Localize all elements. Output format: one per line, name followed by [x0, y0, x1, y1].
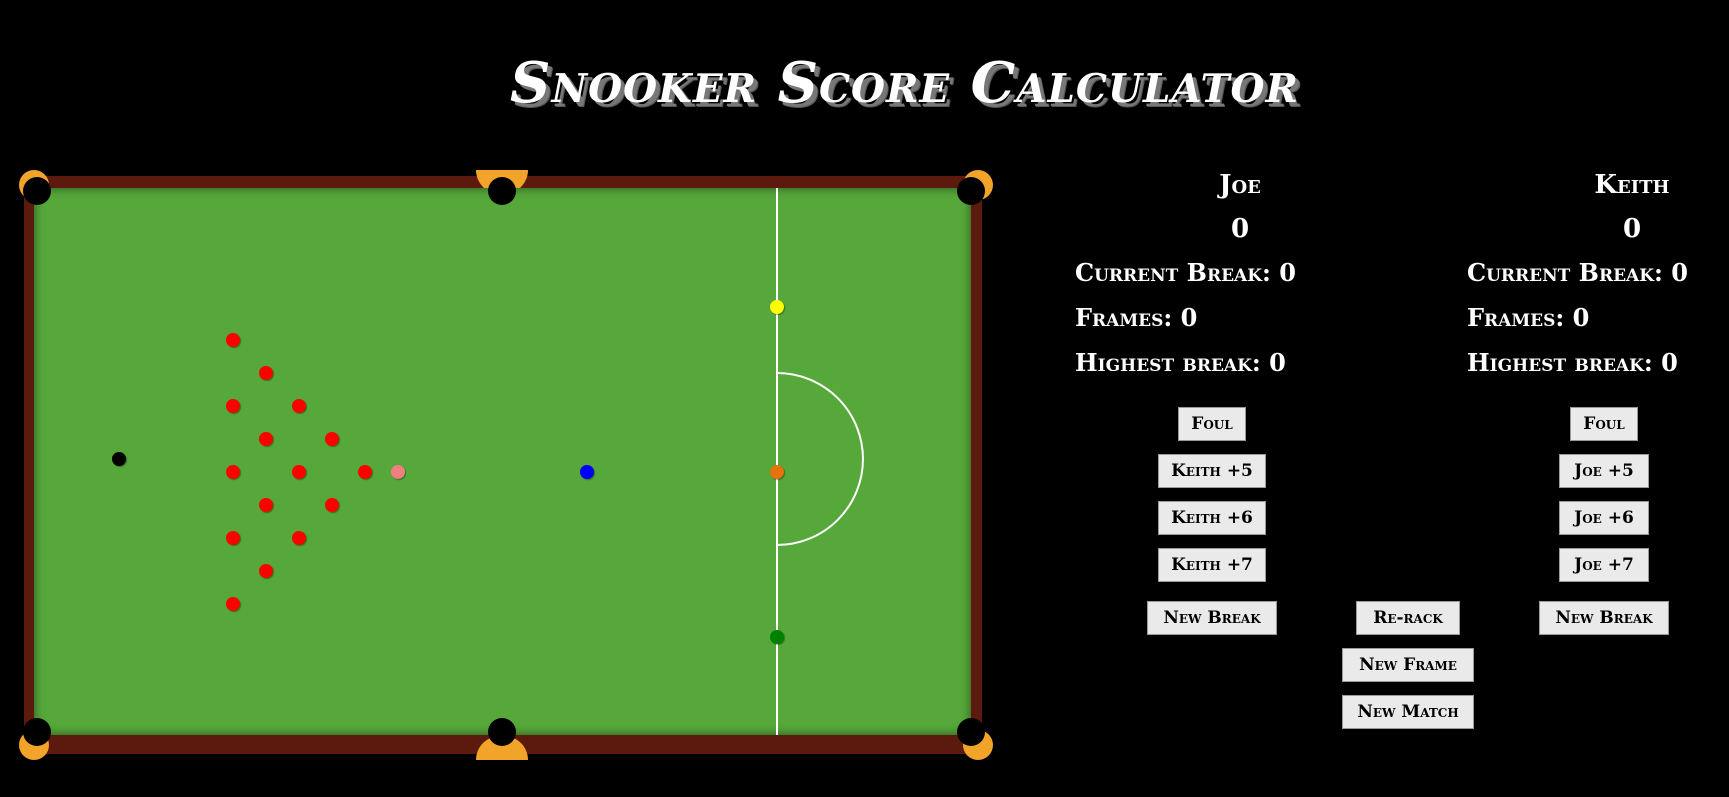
player-1-score: 0 [1230, 214, 1250, 244]
red-ball[interactable] [226, 333, 240, 347]
black-ball[interactable] [112, 452, 126, 466]
green-ball[interactable] [770, 630, 784, 644]
red-ball[interactable] [292, 399, 306, 413]
pocket-top-left [23, 177, 51, 205]
new-frame-button[interactable]: New Frame [1342, 648, 1474, 682]
red-ball[interactable] [325, 498, 339, 512]
player-1-current-break: Current Break: 0 [1075, 258, 1296, 287]
rerack-button[interactable]: Re-rack [1356, 601, 1460, 635]
snooker-table [18, 170, 993, 760]
player-1-foul-button[interactable]: Foul [1178, 407, 1246, 441]
d-arc [776, 372, 864, 546]
pocket-top-right [957, 177, 985, 205]
player-1-name: Joe [1219, 170, 1261, 200]
table-felt [34, 188, 971, 735]
player-1-new-break-button[interactable]: New Break [1147, 601, 1277, 635]
pink-ball[interactable] [391, 465, 405, 479]
player-1-highest-break: Highest break: 0 [1075, 348, 1286, 377]
pocket-bottom-middle [488, 718, 516, 746]
red-ball[interactable] [358, 465, 372, 479]
red-ball[interactable] [325, 432, 339, 446]
yellow-ball[interactable] [770, 300, 784, 314]
player-2-panel: Keith 0 Current Break: 0 Frames: 0 Highe… [1467, 170, 1729, 393]
new-match-button[interactable]: New Match [1342, 695, 1474, 729]
player-2-foul-plus5-button[interactable]: Joe +5 [1559, 454, 1649, 488]
player-2-foul-plus6-button[interactable]: Joe +6 [1559, 501, 1649, 535]
red-ball[interactable] [292, 465, 306, 479]
player-1-frames: Frames: 0 [1075, 303, 1198, 332]
player-2-score: 0 [1622, 214, 1642, 244]
player-2-foul-plus7-button[interactable]: Joe +7 [1559, 548, 1649, 582]
red-ball[interactable] [259, 564, 273, 578]
red-ball[interactable] [292, 531, 306, 545]
red-ball[interactable] [259, 432, 273, 446]
player-2-current-break: Current Break: 0 [1467, 258, 1688, 287]
page-title: Snooker Score Calculator [510, 50, 1299, 116]
red-ball[interactable] [259, 366, 273, 380]
red-ball[interactable] [226, 399, 240, 413]
player-2-highest-break: Highest break: 0 [1467, 348, 1678, 377]
player-2-foul-button[interactable]: Foul [1570, 407, 1638, 441]
pocket-bottom-left [23, 718, 51, 746]
player-1-foul-plus5-button[interactable]: Keith +5 [1158, 454, 1266, 488]
player-1-foul-plus7-button[interactable]: Keith +7 [1158, 548, 1266, 582]
player-2-name: Keith [1594, 170, 1670, 200]
player-1-foul-plus6-button[interactable]: Keith +6 [1158, 501, 1266, 535]
red-ball[interactable] [226, 531, 240, 545]
pocket-top-middle [488, 177, 516, 205]
blue-ball[interactable] [580, 465, 594, 479]
red-ball[interactable] [226, 597, 240, 611]
red-ball[interactable] [259, 498, 273, 512]
player-2-frames: Frames: 0 [1467, 303, 1590, 332]
pocket-bottom-right [957, 718, 985, 746]
brown-ball[interactable] [770, 465, 784, 479]
red-ball[interactable] [226, 465, 240, 479]
player-2-new-break-button[interactable]: New Break [1539, 601, 1669, 635]
player-1-panel: Joe 0 Current Break: 0 Frames: 0 Highest… [1075, 170, 1405, 393]
